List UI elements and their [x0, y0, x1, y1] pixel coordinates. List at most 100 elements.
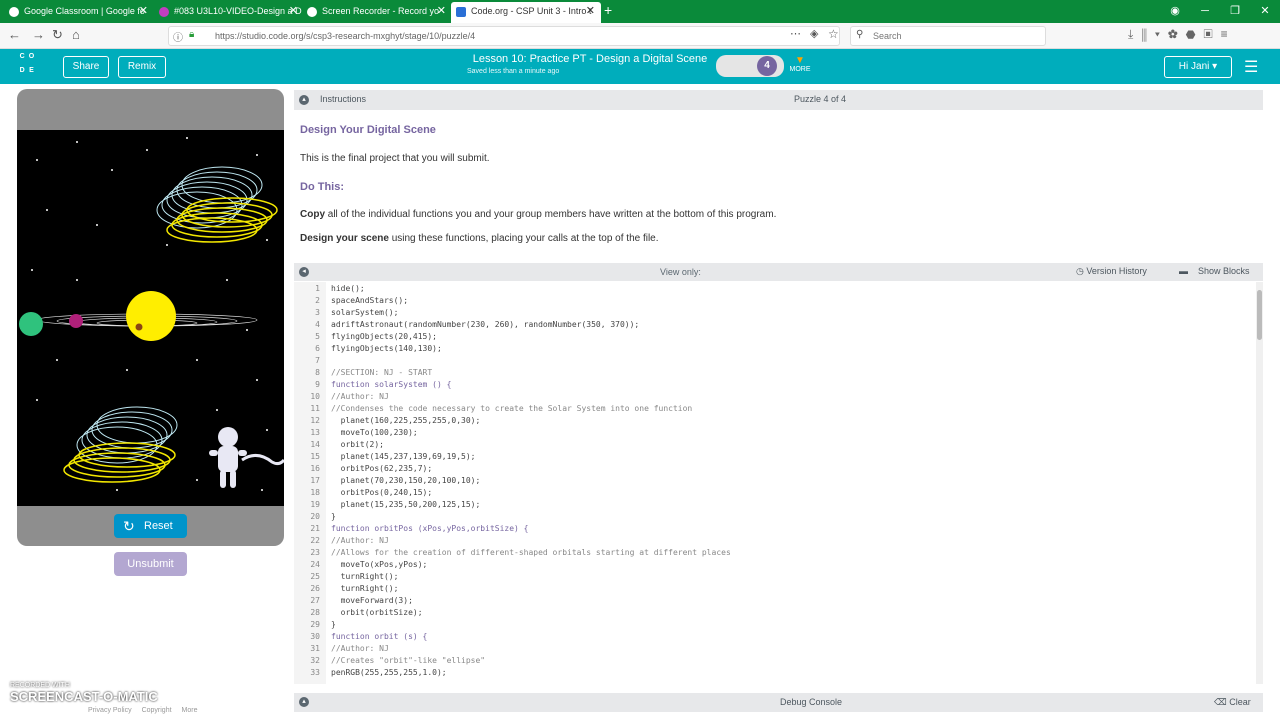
url-field[interactable]: https://studio.code.org/s/csp3-research-…: [168, 26, 840, 46]
clock-icon: ◷: [1076, 266, 1084, 276]
close-icon[interactable]: ✕: [437, 2, 446, 21]
close-icon[interactable]: ✕: [586, 2, 595, 21]
debug-console-bar: ▴ Debug Console ⌫ Clear: [294, 693, 1263, 712]
more-label: MORE: [789, 66, 811, 73]
code-line: hide();: [331, 284, 365, 293]
shield-icon[interactable]: ▾: [1155, 27, 1168, 41]
line-number: 31: [310, 644, 320, 653]
line-number: 8: [315, 368, 320, 377]
browser-tab[interactable]: Google Classroom | Google fo ✕: [4, 2, 154, 23]
instructions-title: Design Your Digital Scene: [300, 124, 436, 136]
tab-title: Code.org - CSP Unit 3 - Intro t: [471, 6, 592, 16]
share-button[interactable]: Share: [63, 56, 109, 78]
more-button[interactable]: ▼ MORE: [788, 55, 812, 73]
close-icon[interactable]: ✕: [289, 2, 298, 21]
minimize-icon[interactable]: ─: [1190, 0, 1220, 22]
download-icon[interactable]: ⤓: [1128, 27, 1141, 41]
browser-tab-active[interactable]: Code.org - CSP Unit 3 - Intro t ✕: [451, 2, 601, 23]
search-input[interactable]: Search: [850, 26, 1046, 46]
space-scene: [17, 130, 286, 506]
line-number: 10: [310, 392, 320, 401]
clear-button[interactable]: ⌫ Clear: [1214, 697, 1251, 708]
remix-button[interactable]: Remix: [118, 56, 166, 78]
line-number: 9: [315, 380, 320, 389]
privacy-policy-link[interactable]: Privacy Policy: [88, 707, 132, 714]
instructions-label: Instructions: [320, 94, 367, 104]
info-icon[interactable]: ⓘ: [173, 29, 183, 44]
user-menu-button[interactable]: Hi Jani ▾: [1164, 56, 1232, 78]
browser-tab[interactable]: Screen Recorder - Record yo ✕: [302, 2, 452, 23]
line-number: 2: [315, 296, 320, 305]
view-only-label: View only:: [660, 267, 701, 277]
addon-icon[interactable]: ✿: [1168, 27, 1186, 41]
code-line: spaceAndStars();: [331, 296, 409, 305]
copy-text: all of the individual functions you and …: [325, 209, 777, 220]
line-number: 28: [310, 608, 320, 617]
logo-letter: D: [19, 67, 25, 74]
collapse-icon[interactable]: ▴: [299, 95, 309, 105]
line-number: 6: [315, 344, 320, 353]
bookmark-star-icon[interactable]: ☆: [828, 27, 839, 41]
line-number: 13: [310, 428, 320, 437]
line-number: 15: [310, 452, 320, 461]
code-line: }: [331, 620, 336, 629]
eraser-icon: ⌫: [1214, 697, 1227, 707]
line-number: 19: [310, 500, 320, 509]
code-line: moveTo(100,230);: [331, 428, 418, 437]
collapse-icon[interactable]: ◂: [299, 267, 309, 277]
current-puzzle-bubble[interactable]: 4: [757, 56, 777, 76]
line-number: 5: [315, 332, 320, 341]
window-controls: ◉ ─ ❐ ✕: [1160, 0, 1280, 23]
code-line: //Author: NJ: [331, 536, 389, 545]
close-window-icon[interactable]: ✕: [1250, 0, 1280, 22]
code-line: adriftAstronaut(randomNumber(230, 260), …: [331, 320, 640, 329]
logo-letter: E: [29, 67, 34, 74]
code-org-logo[interactable]: CO DE: [18, 53, 45, 80]
expand-icon[interactable]: ▴: [299, 697, 309, 707]
scrollbar-thumb[interactable]: [1257, 290, 1262, 340]
search-icon: ⚲: [856, 29, 864, 40]
reload-icon[interactable]: ↻: [52, 27, 63, 43]
home-icon[interactable]: ⌂: [72, 27, 80, 42]
close-icon[interactable]: ✕: [139, 2, 148, 21]
pocket-icon[interactable]: ◈: [810, 27, 818, 40]
browser-tab[interactable]: #083 U3L10-VIDEO-Design a D ✕: [154, 2, 304, 23]
adblock-icon[interactable]: ⬣: [1186, 27, 1204, 41]
page-actions-icon[interactable]: ⋯: [790, 27, 801, 40]
code-line: moveForward(3);: [331, 596, 413, 605]
reset-button[interactable]: ↻ Reset: [114, 514, 187, 538]
code-line: //SECTION: NJ - START: [331, 368, 433, 377]
show-blocks-label: Show Blocks: [1198, 266, 1250, 276]
puzzle-count: Puzzle 4 of 4: [794, 94, 847, 104]
code-line: orbitPos(0,240,15);: [331, 488, 433, 497]
back-icon[interactable]: ←: [8, 27, 21, 42]
design-text: using these functions, placing your call…: [388, 233, 659, 244]
maximize-icon[interactable]: ❐: [1220, 0, 1250, 22]
code-line: }: [331, 512, 336, 521]
forward-icon[interactable]: →: [32, 27, 45, 42]
more-arrow-icon: ▼: [795, 55, 805, 66]
hamburger-menu-icon[interactable]: ☰: [1244, 57, 1258, 77]
google-classroom-icon: [9, 7, 19, 17]
code-line: orbit(orbitSize);: [331, 608, 423, 617]
extension-icon[interactable]: ◉: [1160, 0, 1190, 22]
tab-title: Screen Recorder - Record yo: [322, 6, 440, 16]
copy-instruction: Copy all of the individual functions you…: [300, 209, 776, 220]
line-number: 1: [315, 284, 320, 293]
browser-tab-bar: Google Classroom | Google fo ✕ #083 U3L10…: [0, 0, 1280, 23]
more-link[interactable]: More: [182, 707, 198, 714]
line-number: 23: [310, 548, 320, 557]
library-icon[interactable]: ⫼: [1141, 27, 1155, 41]
watermark-big-text: SCREENCAST-O-MATIC: [10, 689, 158, 704]
show-blocks-button[interactable]: ▬ Show Blocks: [1179, 266, 1250, 276]
watermark-small-text: RECORDED WITH: [10, 682, 70, 689]
extension-icon[interactable]: ▣: [1203, 27, 1220, 41]
editor-scrollbar[interactable]: [1256, 282, 1263, 684]
copyright-link[interactable]: Copyright: [142, 707, 172, 714]
line-number: 14: [310, 440, 320, 449]
new-tab-icon[interactable]: +: [604, 2, 612, 18]
code-editor[interactable]: 1 2 3 4 5 6 7 8 9 10 11 12 13 14 15 16 17 18 19 20 21 22 23 24 2…: [294, 282, 1256, 684]
menu-icon[interactable]: ≡: [1221, 27, 1236, 41]
unsubmit-button[interactable]: Unsubmit: [114, 552, 187, 576]
version-history-button[interactable]: ◷ Version History: [1076, 266, 1147, 277]
